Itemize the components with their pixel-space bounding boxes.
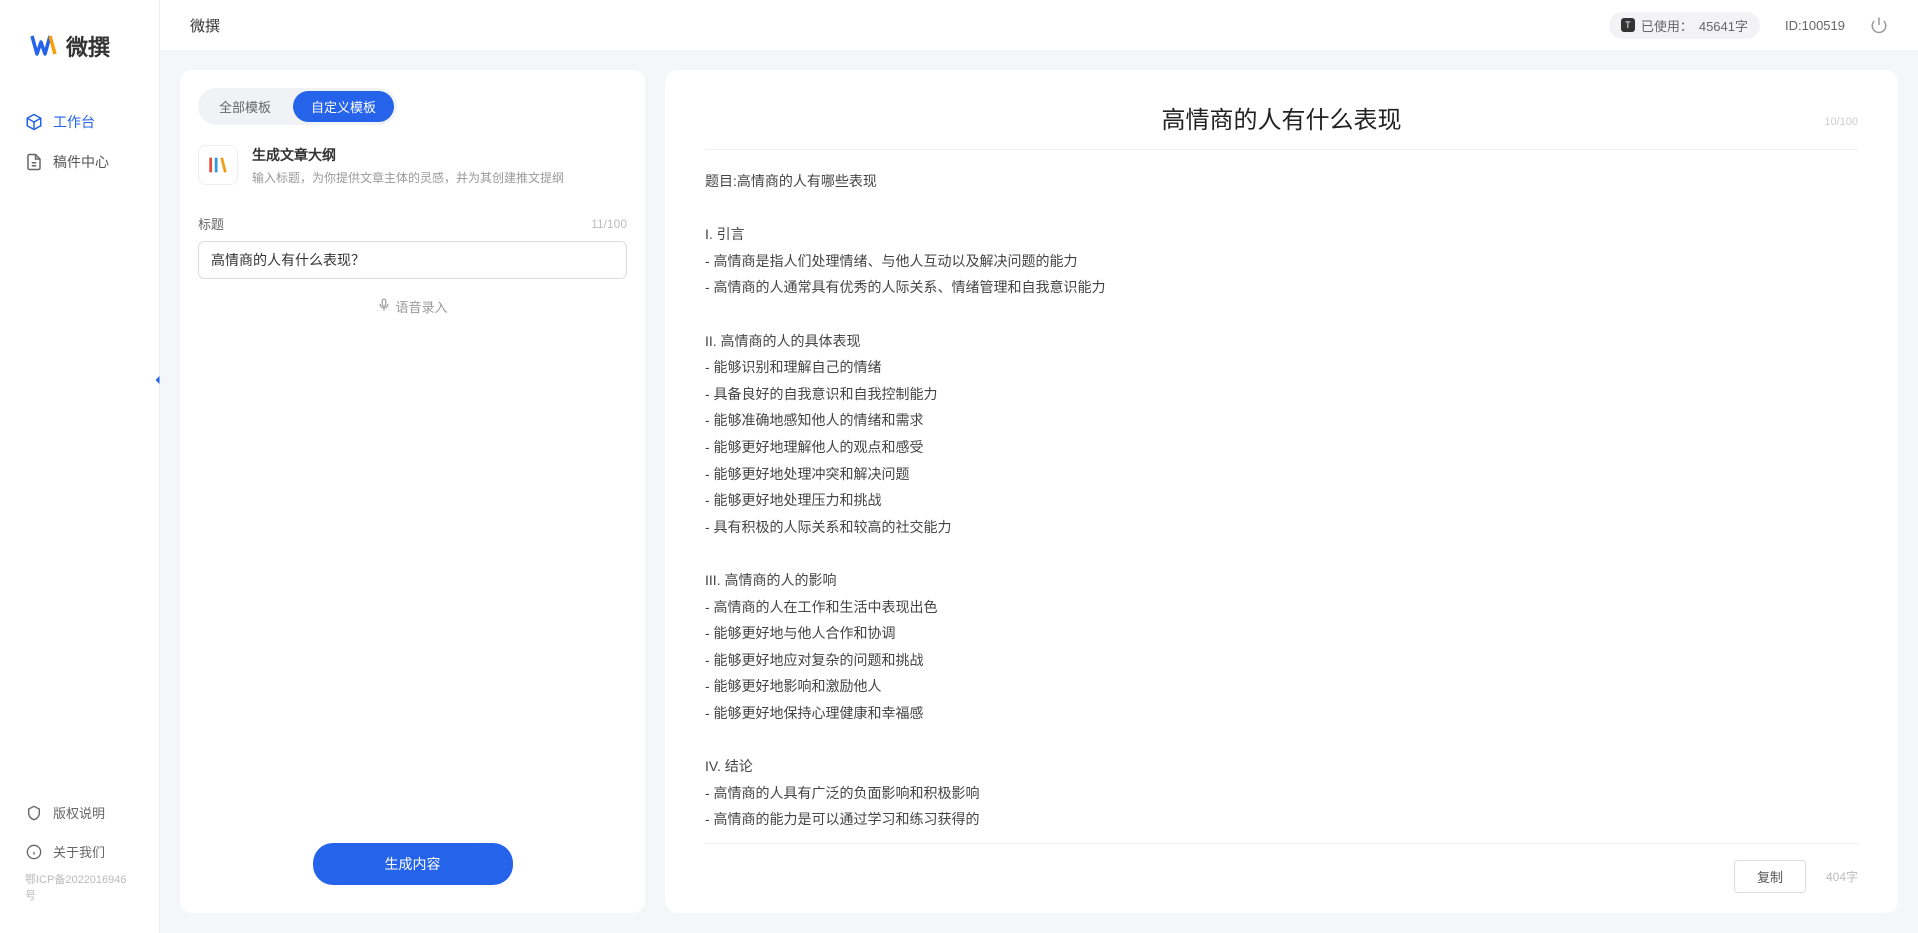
word-count: 404字 (1826, 868, 1858, 885)
form-section: 标题 11/100 语音录入 (198, 214, 627, 316)
template-desc: 输入标题，为你提供文章主体的灵感，并为其创建推文提纲 (252, 169, 564, 186)
tab-custom-templates[interactable]: 自定义模板 (293, 91, 394, 122)
topbar-right: T 已使用： 45641字 ID:100519 (1609, 12, 1888, 39)
nav-label: 稿件中心 (53, 152, 109, 172)
shield-icon (25, 804, 43, 822)
nav-item-drafts[interactable]: 稿件中心 (0, 142, 159, 182)
voice-input-button[interactable]: 语音录入 (198, 297, 627, 316)
usage-value: 45641字 (1699, 16, 1748, 35)
output-panel: 高情商的人有什么表现 10/100 题目:高情商的人有哪些表现 I. 引言 - … (665, 70, 1898, 913)
logo-text: 微撰 (66, 30, 110, 62)
nav-item-workspace[interactable]: 工作台 (0, 102, 159, 142)
footer-copyright[interactable]: 版权说明 (0, 793, 159, 832)
user-id: ID:100519 (1785, 18, 1845, 33)
divider (705, 149, 1858, 150)
main: 微撰 T 已使用： 45641字 ID:100519 全部模板 自定义模板 (160, 0, 1918, 933)
collapse-sidebar-button[interactable] (148, 370, 168, 390)
template-info: 生成文章大纲 输入标题，为你提供文章主体的灵感，并为其创建推文提纲 (252, 145, 564, 186)
voice-label: 语音录入 (395, 297, 447, 316)
output-title: 高情商的人有什么表现 (705, 100, 1858, 135)
template-icon (198, 145, 238, 185)
usage-label: 已使用： (1641, 16, 1693, 35)
generate-button[interactable]: 生成内容 (313, 843, 513, 885)
logo-icon (30, 32, 58, 60)
cube-icon (25, 113, 43, 131)
title-count: 11/100 (591, 217, 627, 231)
mic-icon (377, 298, 391, 315)
content: 全部模板 自定义模板 生成文章大纲 输入标题，为你提供文章主体的灵感，并为其创建… (160, 50, 1918, 933)
footer-label: 关于我们 (53, 842, 105, 861)
template-card: 生成文章大纲 输入标题，为你提供文章主体的灵感，并为其创建推文提纲 (198, 145, 627, 186)
title-input[interactable] (198, 241, 627, 279)
input-panel: 全部模板 自定义模板 生成文章大纲 输入标题，为你提供文章主体的灵感，并为其创建… (180, 70, 645, 913)
info-icon (25, 843, 43, 861)
title-label: 标题 (198, 214, 224, 233)
footer-about[interactable]: 关于我们 (0, 832, 159, 871)
icp-text: 鄂ICP备2022016946号 (0, 871, 159, 913)
tab-all-templates[interactable]: 全部模板 (201, 91, 289, 122)
usage-badge[interactable]: T 已使用： 45641字 (1609, 12, 1760, 39)
document-icon (25, 153, 43, 171)
power-icon[interactable] (1870, 16, 1888, 34)
template-tabs: 全部模板 自定义模板 (198, 88, 397, 125)
footer-label: 版权说明 (53, 803, 105, 822)
sidebar-footer: 版权说明 关于我们 鄂ICP备2022016946号 (0, 783, 159, 933)
nav-label: 工作台 (53, 112, 95, 132)
template-title: 生成文章大纲 (252, 145, 564, 165)
output-body: 题目:高情商的人有哪些表现 I. 引言 - 高情商是指人们处理情绪、与他人互动以… (705, 168, 1858, 833)
topbar: 微撰 T 已使用： 45641字 ID:100519 (160, 0, 1918, 50)
copy-button[interactable]: 复制 (1734, 860, 1806, 893)
page-title: 微撰 (190, 15, 220, 36)
logo: 微撰 (0, 0, 159, 92)
sidebar: 微撰 工作台 稿件中心 版权说明 (0, 0, 160, 933)
output-top-count: 10/100 (1824, 116, 1858, 128)
output-footer: 复制 404字 (705, 843, 1858, 893)
nav: 工作台 稿件中心 (0, 92, 159, 783)
token-icon: T (1621, 18, 1635, 32)
